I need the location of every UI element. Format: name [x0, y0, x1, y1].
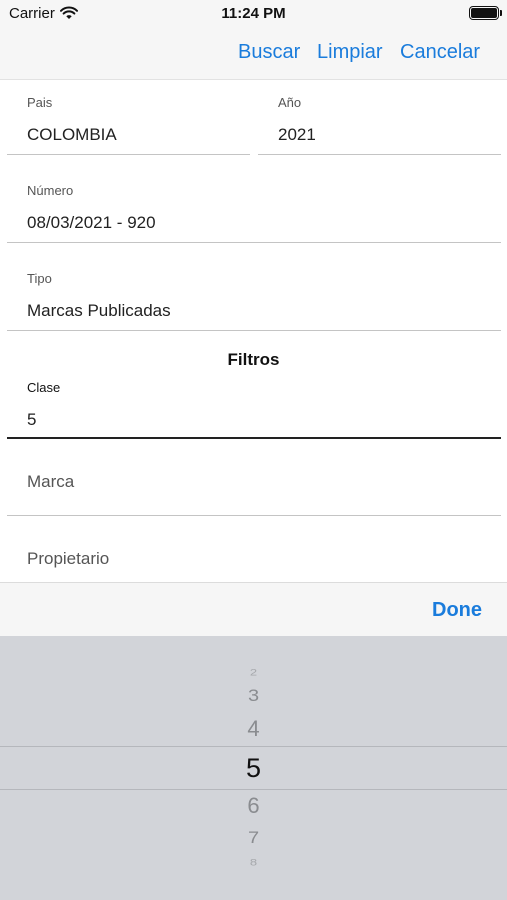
filtros-title: Filtros — [227, 350, 280, 369]
picker-option[interactable]: 3 — [0, 687, 507, 707]
anio-field[interactable]: Año 2021 — [258, 80, 501, 156]
clase-label: Clase — [27, 380, 61, 395]
numero-underline — [7, 242, 501, 243]
clase-underline — [7, 437, 501, 439]
pais-underline — [7, 154, 250, 155]
clase-picker[interactable]: 2 3 4 5 6 7 8 — [0, 636, 507, 900]
done-button[interactable]: Done — [432, 599, 482, 622]
propietario-placeholder[interactable]: Propietario — [27, 549, 109, 569]
battery-icon — [469, 6, 502, 20]
picker-option[interactable]: 8 — [0, 857, 507, 868]
buscar-button[interactable]: Buscar — [238, 41, 300, 64]
marca-field[interactable]: Marca — [7, 452, 501, 518]
picker-option[interactable]: 2 — [0, 667, 507, 678]
tipo-field[interactable]: Tipo Marcas Publicadas — [7, 256, 501, 332]
cancelar-button[interactable]: Cancelar — [400, 41, 480, 64]
anio-underline — [258, 154, 501, 155]
pais-label: Pais — [27, 95, 53, 110]
picker-selection-top-line — [0, 746, 507, 747]
tipo-underline — [7, 330, 501, 331]
limpiar-button[interactable]: Limpiar — [317, 41, 383, 64]
tipo-label: Tipo — [27, 271, 52, 286]
numero-label: Número — [27, 183, 74, 198]
pais-value[interactable]: COLOMBIA — [27, 125, 117, 145]
numero-field[interactable]: Número 08/03/2021 - 920 — [7, 168, 501, 244]
tipo-value[interactable]: Marcas Publicadas — [27, 301, 171, 321]
picker-toolbar: Done — [0, 582, 507, 636]
anio-label: Año — [278, 95, 302, 110]
propietario-field[interactable]: Propietario — [7, 530, 501, 582]
clase-value[interactable]: 5 — [27, 410, 36, 430]
navigation-bar: Buscar Limpiar Cancelar — [0, 30, 507, 80]
numero-value[interactable]: 08/03/2021 - 920 — [27, 213, 156, 233]
picker-option[interactable]: 6 — [0, 793, 507, 819]
clock: 11:24 PM — [221, 5, 286, 22]
clase-field[interactable]: Clase 5 — [7, 372, 501, 442]
picker-option-selected[interactable]: 5 — [0, 753, 507, 784]
pais-field[interactable]: Pais COLOMBIA — [7, 80, 250, 156]
picker-selection-bottom-line — [0, 789, 507, 790]
anio-value[interactable]: 2021 — [278, 125, 316, 145]
marca-underline — [7, 515, 501, 516]
status-bar: Carrier 11:24 PM — [0, 0, 507, 30]
marca-placeholder[interactable]: Marca — [27, 472, 74, 492]
picker-option[interactable]: 7 — [0, 829, 507, 849]
picker-option[interactable]: 4 — [0, 716, 507, 742]
